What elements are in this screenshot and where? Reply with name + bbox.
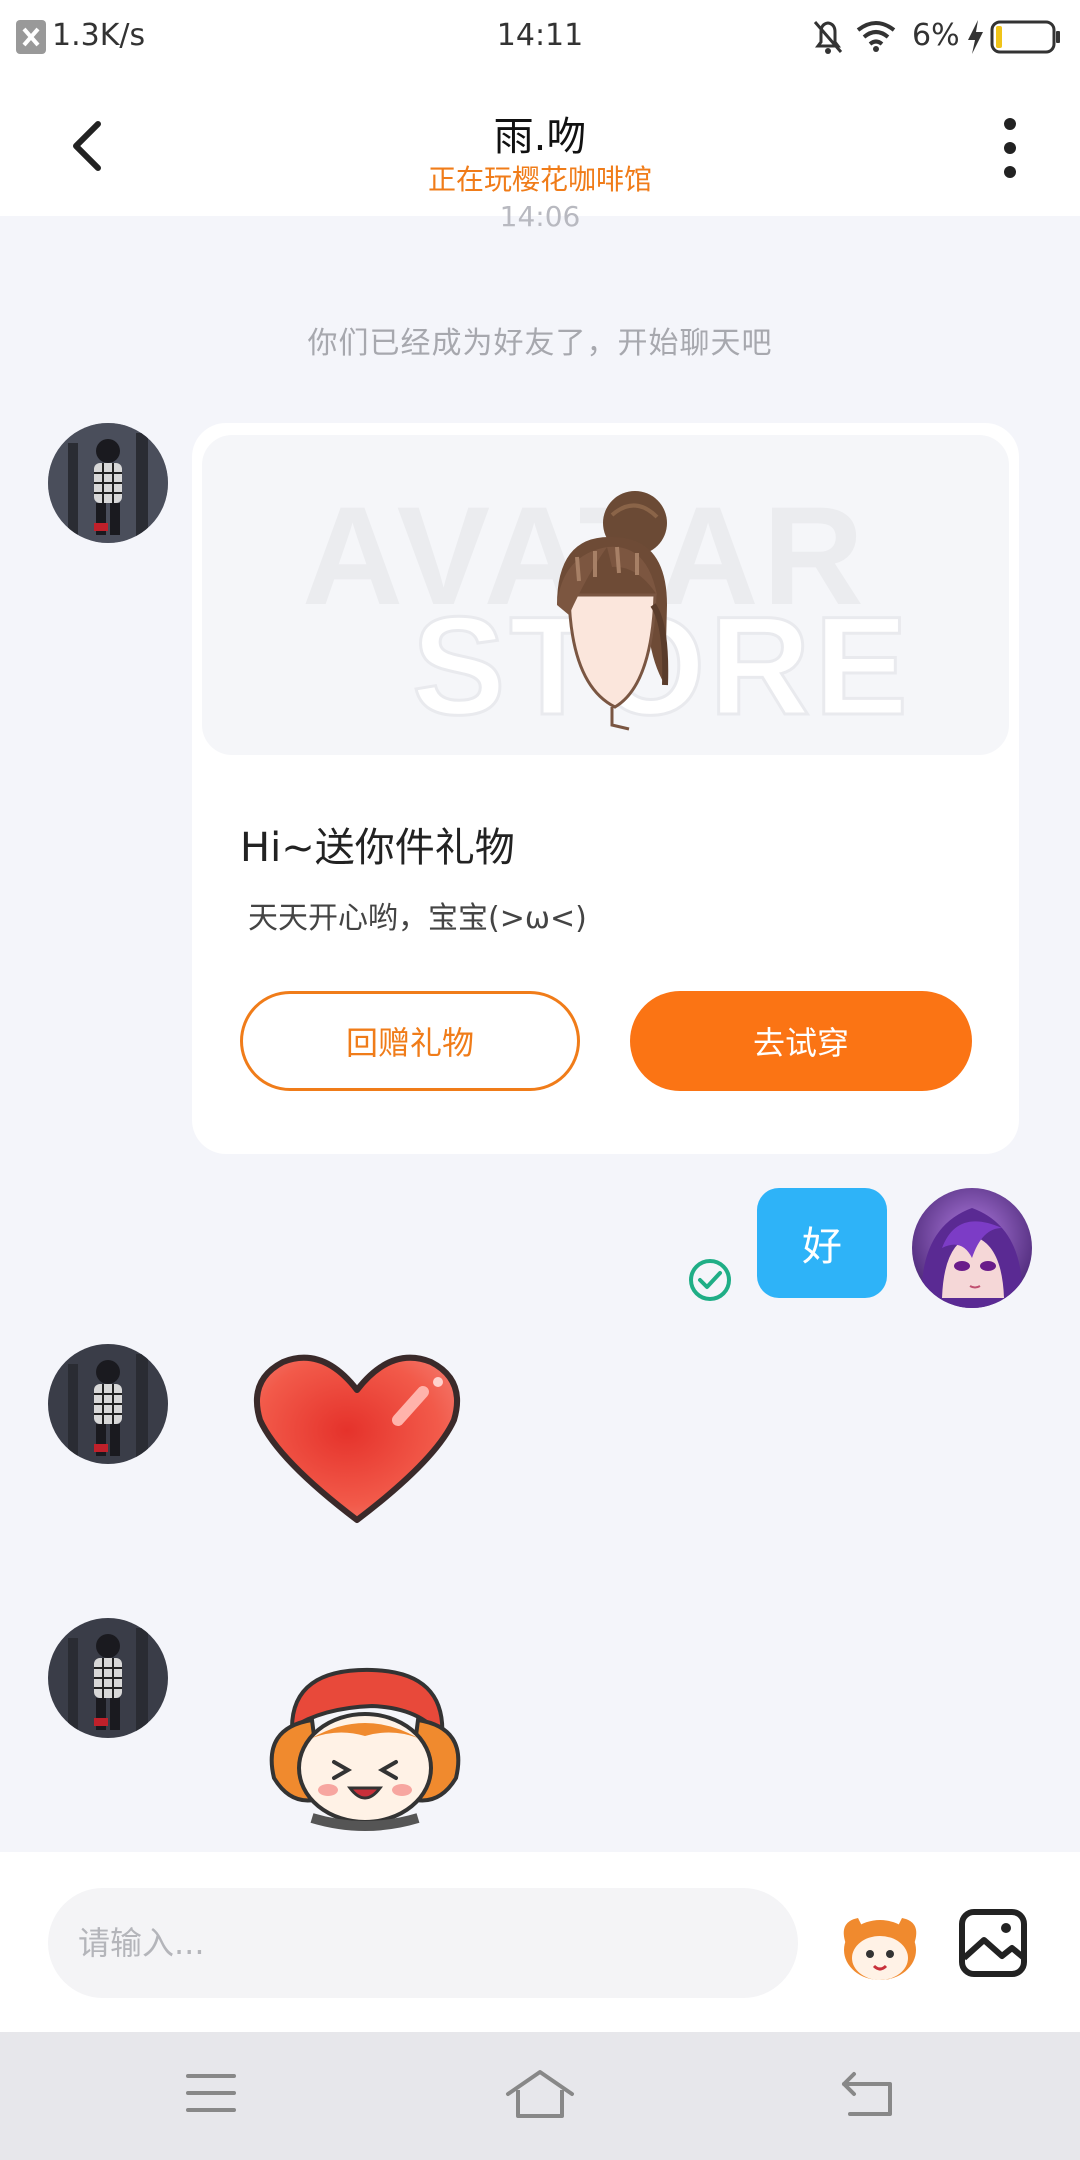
gift-description: 天天开心哟，宝宝(>ω<) — [248, 901, 587, 936]
return-gift-button[interactable]: 回赠礼物 — [240, 991, 580, 1091]
hair-bun-item-icon — [557, 491, 669, 731]
contact-name: 雨.吻 — [493, 114, 587, 160]
my-message-text: 好 — [802, 1224, 842, 1270]
menu-icon[interactable] — [184, 2070, 238, 2116]
friend-avatar-image — [48, 1618, 168, 1738]
my-avatar-image — [912, 1188, 1032, 1308]
battery-percent: 6% — [912, 18, 960, 53]
message-input[interactable] — [48, 1888, 798, 1998]
friend-avatar-image — [48, 423, 168, 543]
system-message: 你们已经成为好友了，开始聊天吧 — [307, 326, 773, 361]
back-nav-icon[interactable] — [840, 2070, 896, 2118]
status-bar: 1.3K/s 14:11 6% — [0, 0, 1080, 76]
gift-card[interactable]: AVATAR STORE Hi~送你件礼物 天天开心哟，宝宝(>ω<) 回赠礼物… — [192, 423, 1019, 1154]
image-picker-icon[interactable] — [958, 1908, 1028, 1978]
friend-avatar[interactable] — [48, 1344, 168, 1464]
emoji-sticker-icon[interactable] — [832, 1904, 928, 1984]
battery-icon — [990, 20, 1060, 54]
my-message-bubble[interactable]: 好 — [757, 1188, 887, 1298]
character-sticker[interactable] — [252, 1658, 478, 1834]
more-options-icon[interactable] — [990, 114, 1030, 184]
system-nav-bar — [0, 2032, 1080, 2160]
heart-sticker[interactable] — [248, 1350, 466, 1526]
friend-avatar[interactable] — [48, 1618, 168, 1738]
message-input-bar — [0, 1852, 1080, 2032]
read-check-icon — [689, 1259, 731, 1301]
contact-status: 正在玩樱花咖啡馆 — [427, 163, 652, 196]
home-icon[interactable] — [504, 2068, 576, 2120]
mute-bell-icon — [813, 21, 843, 54]
friend-avatar-image — [48, 1344, 168, 1464]
gift-title: Hi~送你件礼物 — [240, 825, 515, 871]
friend-avatar[interactable] — [48, 423, 168, 543]
charging-icon — [968, 20, 983, 54]
chat-header: 雨.吻 正在玩樱花咖啡馆 — [0, 76, 1080, 216]
wifi-icon — [856, 21, 896, 52]
message-timestamp: 14:06 — [499, 200, 581, 233]
my-avatar[interactable] — [912, 1188, 1032, 1308]
try-on-button[interactable]: 去试穿 — [630, 991, 972, 1091]
gift-preview: AVATAR STORE — [202, 435, 1009, 755]
